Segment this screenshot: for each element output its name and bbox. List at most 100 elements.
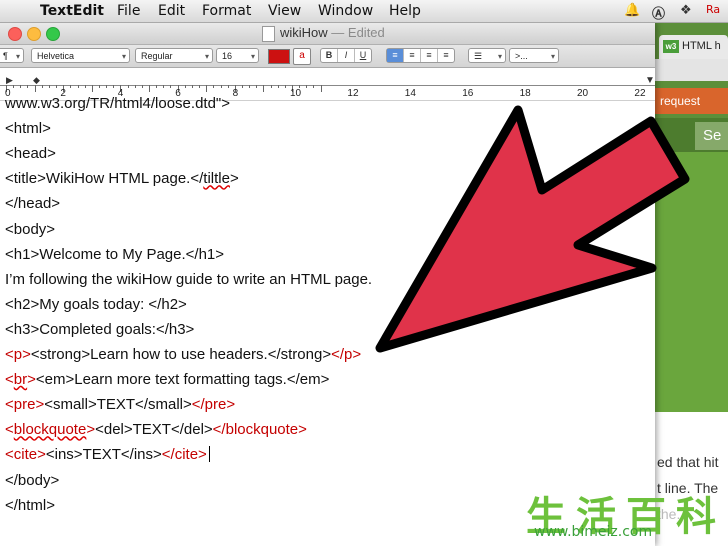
ruler-tick [270,85,272,88]
ruler-tick [213,85,215,88]
watermark: 生活百科 www.bimeiz.com [526,484,726,542]
ruler-tick [20,85,22,88]
bold-button[interactable]: B [321,49,338,62]
ruler-tick [184,85,186,88]
document-line: www.w3.org/TR/html4/loose.dtd"> [5,95,230,112]
document-line: <br><em>Learn more text formatting tags.… [5,371,329,388]
code-text: <em>Learn more text formatting tags.</em… [35,371,330,389]
list-style-dropdown[interactable]: >... ▾ [509,48,559,63]
document-line: </head> [5,195,60,212]
browser-search-box[interactable]: Se [695,122,728,150]
code-text: <h1>Welcome to My Page.</h1> [5,245,225,263]
code-text: <strong>Learn how to use headers.</stron… [30,346,332,363]
code-text: <title>WikiHow HTML page.</ [5,170,204,188]
font-style-dropdown[interactable]: Regular ▾ [135,48,213,63]
underline-button[interactable]: U [355,49,371,62]
code-text: </head> [5,195,61,213]
ruler-tick [241,85,243,88]
document-line: </html> [5,497,55,514]
menu-file[interactable]: File [117,3,140,19]
code-text: < [5,371,14,389]
code-text: <h2>My goals today: </h2> [5,295,187,313]
code-text: <h3>Completed goals:</h3> [5,320,195,338]
code-text: </p> [331,346,362,363]
code-text: <cite> [5,446,46,464]
window-titlebar[interactable]: wikiHow — Edited [0,22,655,45]
code-text: </cite> [161,446,207,464]
ruler-tick [320,85,322,92]
text-background-color-button[interactable]: a [293,48,311,65]
zoom-window-button[interactable] [46,27,60,41]
document-line: I’m following the wikiHow guide to write… [5,271,372,288]
text-color-swatch[interactable] [268,49,290,64]
align-center-icon[interactable]: ≡ [404,49,421,62]
minimize-window-button[interactable] [27,27,41,41]
line-spacing-dropdown[interactable]: ☰ ▾ [468,48,506,63]
dropbox-icon[interactable]: ❖ [680,3,692,18]
notification-bell-icon[interactable]: 🔔 [624,3,640,18]
list-style-value: >... [515,51,528,61]
code-text: > [27,371,36,389]
ruler-number: 12 [347,88,359,99]
ruler-tick [41,85,43,88]
document-name: wikiHow [280,25,328,40]
ruler-tick [77,85,79,88]
font-size-value: 16 [222,51,233,61]
code-text: br [13,371,28,389]
document-line: <title>WikiHow HTML page.</tiltle> [5,170,239,187]
browser-tab-label: HTML h [682,40,721,52]
ruler-tick [134,85,136,88]
ruler-tick [48,85,50,88]
browser-address-bar[interactable] [655,59,728,81]
ruler-tick [156,85,158,88]
watermark-url: www.bimeiz.com [534,524,653,540]
code-text: </html> [5,496,56,514]
ruler-tick [306,85,308,88]
document-edited-state: — Edited [331,25,385,40]
align-right-icon[interactable]: ≡ [421,49,438,62]
code-text: <body> [5,220,56,238]
font-family-dropdown[interactable]: Helvetica ▾ [31,48,130,63]
ruler-tick [34,85,36,92]
document-line: <h2>My goals today: </h2> [5,296,187,313]
user-name-tray[interactable]: Ra [706,3,720,16]
ruler-tick [70,85,72,88]
document-icon[interactable] [262,26,275,42]
align-left-icon[interactable]: ≡ [387,49,404,62]
code-text: </pre> [191,396,236,414]
menu-help[interactable]: Help [389,3,421,19]
browser-text-line: ed that hit [657,454,719,470]
ruler-tick [91,85,93,92]
ruler-tick [27,85,29,88]
paragraph-styles-dropdown[interactable]: ¶ ▾ [0,48,24,63]
ruler-tick [170,85,172,88]
menu-format[interactable]: Format [202,3,251,19]
menu-view[interactable]: View [268,3,301,19]
ruler-tick [284,85,286,88]
menu-edit[interactable]: Edit [158,3,185,19]
font-size-field[interactable]: 16 ▾ [216,48,259,63]
document-line: <html> [5,120,51,137]
ruler-tick [313,85,315,88]
ruler-tick [127,85,129,88]
adobe-icon[interactable]: Ⓐ [652,3,665,22]
red-pointer-arrow [375,105,690,353]
red-arrow-shape [375,105,690,353]
ruler-tick [84,85,86,88]
document-line: <body> [5,221,55,238]
menu-window[interactable]: Window [318,3,373,19]
browser-tab[interactable]: w3 HTML h [659,35,728,59]
ruler-tick [206,85,208,92]
close-window-button[interactable] [8,27,22,41]
ruler-tick [220,85,222,88]
ruler-tick [98,85,100,88]
code-text: </body> [5,471,60,489]
code-text: </blockquote> [212,421,307,439]
code-text: www.w3.org/TR/html4/loose.dtd"> [5,95,230,112]
code-text: < [5,421,14,439]
code-text: <del>TEXT</del> [95,421,213,439]
code-text: <small>TEXT</small> [44,396,192,414]
italic-button[interactable]: I [338,49,355,62]
menu-app-textedit[interactable]: TextEdit [40,3,104,19]
align-justify-icon[interactable]: ≡ [438,49,454,62]
